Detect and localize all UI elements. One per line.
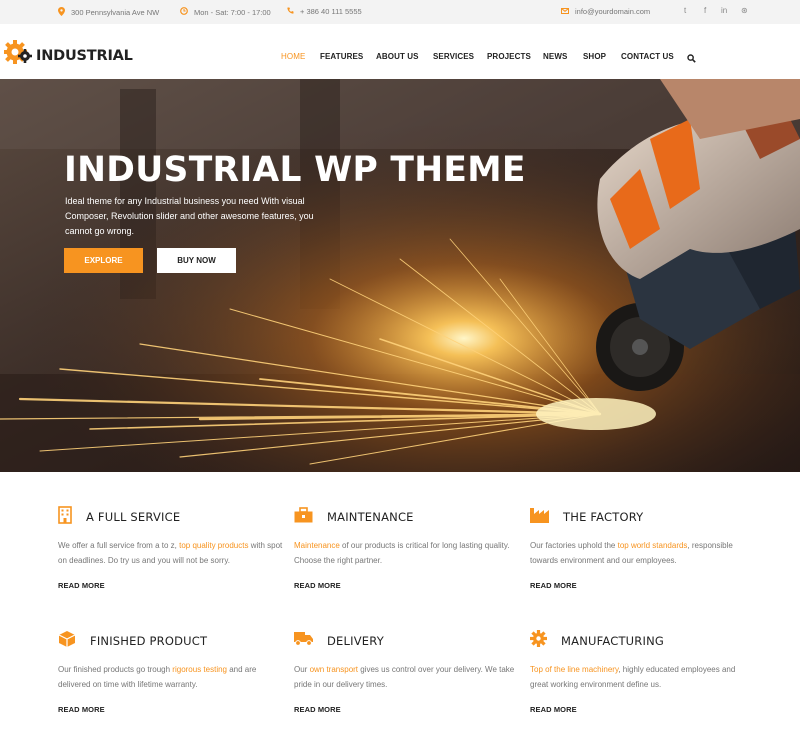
phone-info: + 386 40 111 5555 [287, 7, 362, 16]
top-bar: 300 Pennsylvania Ave NW Mon - Sat: 7:00 … [0, 0, 800, 24]
service-card-manufacturing: MANUFACTURING Top of the line machinery,… [530, 630, 760, 714]
service-description: Our own transport gives us control over … [294, 665, 515, 689]
logo-text: INDUSTRIAL [36, 47, 133, 64]
hero-title: INDUSTRIAL WP THEME [64, 150, 526, 190]
address-text: 300 Pennsylvania Ave NW [71, 8, 160, 17]
building-icon [58, 505, 72, 529]
phone-icon [287, 7, 294, 16]
clock-icon [180, 7, 188, 17]
hero-description: Ideal theme for any Industrial business … [65, 196, 314, 236]
service-description: Our factories uphold the top world stand… [530, 541, 733, 565]
service-card-finished-product: FINISHED PRODUCT Our finished products g… [58, 630, 288, 714]
nav-about-us[interactable]: ABOUT US [376, 52, 419, 61]
service-title: MANUFACTURING [561, 634, 665, 648]
read-more-link[interactable]: READ MORE [530, 705, 760, 714]
service-title: DELIVERY [327, 634, 384, 648]
email-info[interactable]: info@yourdomain.com [561, 7, 650, 16]
explore-button[interactable]: EXPLORE [64, 248, 143, 273]
service-description: We offer a full service from a to z, top… [58, 541, 283, 565]
truck-icon [294, 631, 313, 651]
service-description: Our finished products go trough rigorous… [58, 665, 257, 689]
nav-home[interactable]: HOME [281, 52, 305, 61]
nav-contact-us[interactable]: CONTACT US [621, 52, 674, 61]
read-more-link[interactable]: READ MORE [294, 705, 524, 714]
service-title: FINISHED PRODUCT [90, 634, 208, 648]
logo[interactable]: INDUSTRIAL [3, 39, 133, 72]
phone-text[interactable]: + 386 40 111 5555 [300, 7, 362, 16]
service-description: Maintenance of our products is critical … [294, 541, 510, 565]
service-link[interactable]: top world standards [618, 541, 688, 550]
read-more-link[interactable]: READ MORE [530, 581, 760, 590]
nav-news[interactable]: NEWS [543, 52, 567, 61]
linkedin-icon[interactable]: in [721, 6, 727, 15]
service-link[interactable]: Top of the line machinery [530, 665, 618, 674]
factory-icon [530, 506, 549, 528]
read-more-link[interactable]: READ MORE [58, 705, 288, 714]
nav-features[interactable]: FEATURES [320, 52, 363, 61]
box-icon [58, 630, 76, 653]
service-card-factory: THE FACTORY Our factories uphold the top… [530, 507, 760, 590]
cog-icon [530, 630, 547, 652]
twitter-icon[interactable]: t [684, 6, 686, 15]
service-description: Top of the line machinery, highly educat… [530, 665, 736, 689]
envelope-icon [561, 7, 569, 16]
email-text[interactable]: info@yourdomain.com [575, 7, 650, 16]
hours-text: Mon - Sat: 7:00 - 17:00 [194, 7, 271, 17]
service-link[interactable]: rigorous testing [172, 665, 227, 674]
toolbox-icon [294, 506, 313, 528]
read-more-link[interactable]: READ MORE [294, 581, 524, 590]
service-card-full-service: A FULL SERVICE We offer a full service f… [58, 505, 288, 590]
nav-projects[interactable]: PROJECTS [487, 52, 531, 61]
read-more-link[interactable]: READ MORE [58, 581, 288, 590]
hero-slider: INDUSTRIAL WP THEME Ideal theme for any … [0, 79, 800, 472]
service-link[interactable]: top quality products [179, 541, 248, 550]
service-card-delivery: DELIVERY Our own transport gives us cont… [294, 631, 524, 714]
service-card-maintenance: MAINTENANCE Maintenance of our products … [294, 506, 524, 590]
service-link[interactable]: Maintenance [294, 541, 340, 550]
wordpress-icon[interactable]: ⊛ [741, 6, 748, 15]
gear-icon [3, 39, 32, 72]
service-title: THE FACTORY [563, 510, 644, 524]
search-icon[interactable] [687, 50, 696, 68]
buy-now-button[interactable]: BUY NOW [157, 248, 236, 273]
service-title: MAINTENANCE [327, 510, 414, 524]
site-header: INDUSTRIAL HOME FEATURES ABOUT US SERVIC… [0, 24, 800, 79]
nav-shop[interactable]: SHOP [583, 52, 606, 61]
nav-services[interactable]: SERVICES [433, 52, 474, 61]
address-info: 300 Pennsylvania Ave NW [58, 7, 159, 18]
service-link[interactable]: own transport [310, 665, 358, 674]
service-title: A FULL SERVICE [86, 510, 181, 524]
hours-info: Mon - Sat: 7:00 - 17:00 [180, 7, 271, 17]
facebook-icon[interactable]: f [704, 6, 706, 15]
hero-background-image [0, 79, 800, 472]
map-pin-icon [58, 7, 65, 18]
